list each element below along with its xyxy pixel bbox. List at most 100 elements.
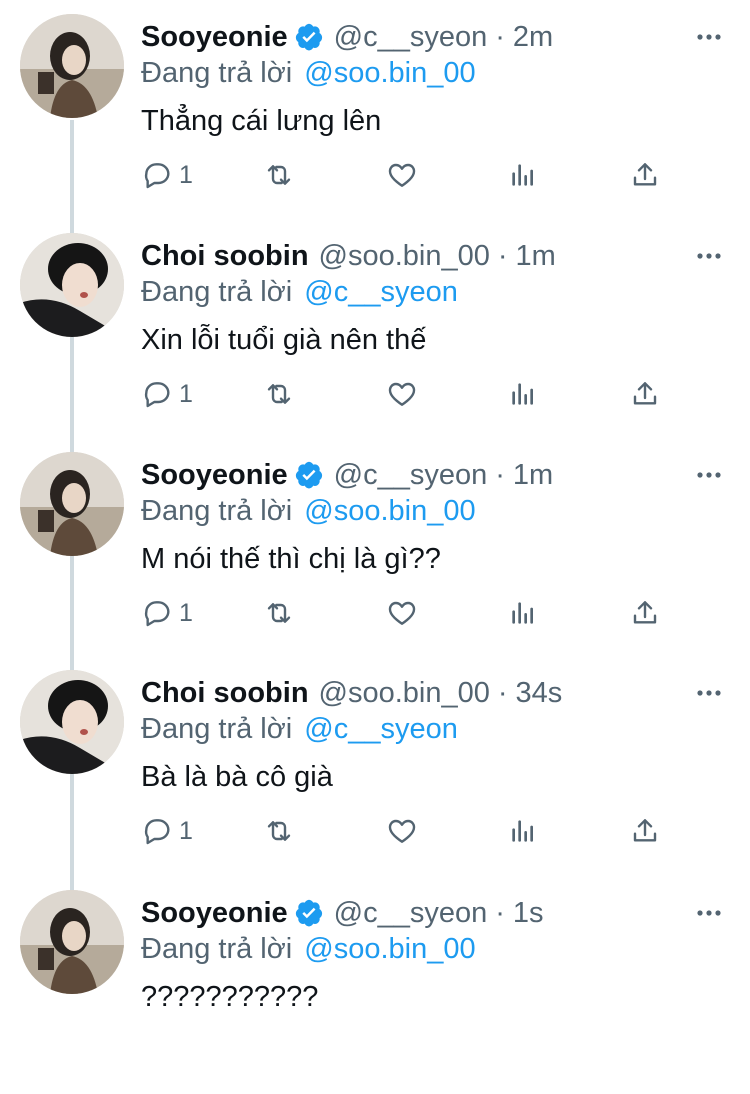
reply-button[interactable]: 1 [141, 593, 193, 633]
display-name[interactable]: Sooyeonie [141, 21, 288, 54]
reply-button[interactable]: 1 [141, 374, 193, 414]
user-handle[interactable]: @c__syeon [334, 897, 488, 930]
user-handle[interactable]: @soo.bin_00 [319, 240, 490, 273]
reply-button[interactable]: 1 [141, 155, 193, 195]
separator-dot: · [495, 20, 505, 53]
tweet-actions: 1 [141, 374, 681, 414]
verified-badge-icon [295, 23, 322, 51]
user-handle[interactable]: @c__syeon [334, 21, 488, 54]
heart-icon [388, 601, 416, 625]
timestamp[interactable]: 1s [513, 897, 544, 930]
avatar[interactable] [20, 890, 124, 994]
share-upload-icon [633, 601, 657, 624]
reply-button[interactable]: 1 [141, 811, 193, 851]
replying-to-line: Đang trả lời @c__syeon [141, 713, 458, 746]
tweet[interactable]: Sooyeonie @c__syeon · 1m Đang trả lời @s… [0, 438, 750, 656]
tweet[interactable]: Choi soobin @soo.bin_00 · 34s Đang trả l… [0, 656, 750, 874]
replying-to-line: Đang trả lời @c__syeon [141, 276, 458, 309]
reply-bubble-icon [144, 601, 170, 627]
timestamp[interactable]: 1m [516, 240, 556, 273]
share-upload-icon [633, 819, 657, 842]
retweet-button[interactable] [263, 593, 295, 633]
share-button[interactable] [629, 811, 661, 851]
retweet-button[interactable] [263, 155, 295, 195]
more-dots-icon[interactable] [694, 678, 724, 708]
tweet-text: Thẳng cái lưng lên [141, 105, 382, 137]
reply-count: 1 [179, 160, 193, 189]
retweet-icon [267, 821, 291, 841]
reply-bubble-icon [144, 163, 170, 189]
more-dots-icon[interactable] [694, 22, 724, 52]
analytics-bars-icon [512, 164, 533, 186]
replying-to-handle[interactable]: @soo.bin_00 [304, 933, 475, 965]
replying-to-handle[interactable]: @soo.bin_00 [304, 57, 475, 89]
reply-count: 1 [179, 816, 193, 845]
heart-icon [388, 382, 416, 406]
avatar[interactable] [20, 452, 124, 556]
reply-count: 1 [179, 598, 193, 627]
avatar[interactable] [20, 233, 124, 337]
tweet-actions: 1 [141, 155, 681, 195]
replying-to-handle[interactable]: @c__syeon [304, 276, 458, 308]
share-upload-icon [633, 163, 657, 186]
tweet[interactable]: Sooyeonie @c__syeon · 1s Đang trả lời @s… [0, 876, 750, 1094]
replying-to-label: Đang trả lời [141, 713, 301, 745]
more-dots-icon[interactable] [694, 460, 724, 490]
replying-to-label: Đang trả lời [141, 495, 301, 527]
analytics-bars-icon [512, 383, 533, 405]
share-upload-icon [633, 382, 657, 405]
heart-icon [388, 163, 416, 187]
timestamp[interactable]: 34s [516, 677, 563, 710]
tweet-text: ??????????? [141, 981, 319, 1013]
retweet-icon [267, 384, 291, 404]
timestamp[interactable]: 1m [513, 459, 553, 492]
avatar[interactable] [20, 14, 124, 118]
replying-to-line: Đang trả lời @soo.bin_00 [141, 933, 476, 966]
retweet-button[interactable] [263, 374, 295, 414]
replying-to-handle[interactable]: @soo.bin_00 [304, 495, 475, 527]
like-button[interactable] [386, 155, 418, 195]
like-button[interactable] [386, 374, 418, 414]
retweet-icon [267, 165, 291, 185]
display-name[interactable]: Choi soobin [141, 677, 309, 710]
replying-to-label: Đang trả lời [141, 933, 301, 965]
display-name[interactable]: Sooyeonie [141, 459, 288, 492]
avatar[interactable] [20, 670, 124, 774]
retweet-icon [267, 603, 291, 623]
like-button[interactable] [386, 811, 418, 851]
display-name[interactable]: Choi soobin [141, 240, 309, 273]
share-button[interactable] [629, 593, 661, 633]
tweet[interactable]: Choi soobin @soo.bin_00 · 1m Đang trả lờ… [0, 219, 750, 437]
analytics-bars-icon [512, 602, 533, 624]
verified-badge-icon [295, 899, 322, 927]
user-handle[interactable]: @soo.bin_00 [319, 677, 490, 710]
analytics-bars-icon [512, 820, 533, 842]
more-dots-icon[interactable] [694, 241, 724, 271]
timestamp[interactable]: 2m [513, 21, 553, 54]
replying-to-handle[interactable]: @c__syeon [304, 713, 458, 745]
separator-dot: · [495, 896, 505, 929]
more-dots-icon[interactable] [694, 898, 724, 928]
tweet-text: Bà là bà cô già [141, 761, 333, 793]
tweet-actions: 1 [141, 593, 681, 633]
analytics-button[interactable] [507, 811, 539, 851]
user-handle[interactable]: @c__syeon [334, 459, 488, 492]
analytics-button[interactable] [507, 374, 539, 414]
separator-dot: · [495, 458, 505, 491]
analytics-button[interactable] [507, 593, 539, 633]
heart-icon [388, 819, 416, 843]
tweet-actions: 1 [141, 811, 681, 851]
replying-to-line: Đang trả lời @soo.bin_00 [141, 495, 476, 528]
verified-badge-icon [295, 461, 322, 489]
replying-to-label: Đang trả lời [141, 276, 301, 308]
share-button[interactable] [629, 374, 661, 414]
share-button[interactable] [629, 155, 661, 195]
tweet[interactable]: Sooyeonie @c__syeon · 2m Đang trả lời @s… [0, 0, 750, 218]
display-name[interactable]: Sooyeonie [141, 897, 288, 930]
reply-count: 1 [179, 379, 193, 408]
like-button[interactable] [386, 593, 418, 633]
replying-to-label: Đang trả lời [141, 57, 301, 89]
tweet-text: M nói thế thì chị là gì?? [141, 543, 441, 575]
retweet-button[interactable] [263, 811, 295, 851]
analytics-button[interactable] [507, 155, 539, 195]
